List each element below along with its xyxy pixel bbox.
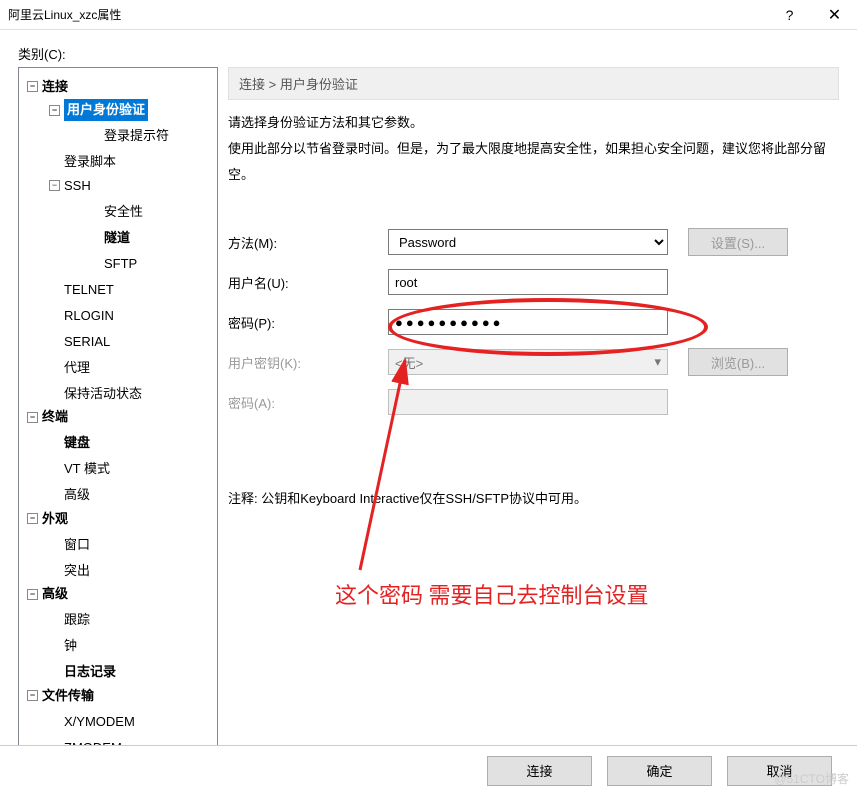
settings-panel: 连接 > 用户身份验证 请选择身份验证方法和其它参数。 使用此部分以节省登录时间… [228, 67, 839, 747]
tree-highlight[interactable]: 突出 [47, 560, 92, 582]
username-label: 用户名(U): [228, 273, 388, 292]
dialog-footer: 连接 确定 取消 [0, 745, 857, 795]
tree-connection[interactable]: −连接 [25, 76, 70, 98]
window-title: 阿里云Linux_xzc属性 [8, 6, 767, 23]
cancel-button[interactable]: 取消 [727, 756, 832, 786]
tree-log[interactable]: 日志记录 [47, 661, 118, 683]
category-tree[interactable]: −连接 −用户身份验证 登录提示符 登录脚本 −SSH 安全性 隧道 SFTP [18, 67, 218, 747]
description: 请选择身份验证方法和其它参数。 使用此部分以节省登录时间。但是，为了最大限度地提… [228, 110, 839, 188]
connect-button[interactable]: 连接 [487, 756, 592, 786]
method-select[interactable]: Password [388, 229, 668, 255]
ok-button[interactable]: 确定 [607, 756, 712, 786]
tree-vtmode[interactable]: VT 模式 [47, 458, 112, 480]
tree-filetransfer[interactable]: −文件传输 [25, 685, 96, 707]
settings-button[interactable]: 设置(S)... [688, 228, 788, 256]
chevron-down-icon: ▾ [654, 354, 661, 370]
close-button[interactable]: ✕ [812, 0, 857, 30]
tree-advanced[interactable]: −高级 [25, 583, 70, 605]
help-button[interactable]: ? [767, 0, 812, 30]
tree-window[interactable]: 窗口 [47, 534, 92, 556]
tree-script[interactable]: 登录脚本 [47, 151, 118, 173]
breadcrumb: 连接 > 用户身份验证 [228, 67, 839, 100]
tree-serial[interactable]: SERIAL [47, 331, 112, 353]
tree-appearance[interactable]: −外观 [25, 508, 70, 530]
tree-prompt[interactable]: 登录提示符 [87, 125, 171, 147]
collapse-icon[interactable]: − [49, 105, 60, 116]
collapse-icon[interactable]: − [27, 690, 38, 701]
tree-telnet[interactable]: TELNET [47, 279, 116, 301]
tree-trace[interactable]: 跟踪 [47, 609, 92, 631]
tree-keepalive[interactable]: 保持活动状态 [47, 383, 144, 405]
tree-security[interactable]: 安全性 [87, 201, 145, 223]
tree-adv-term[interactable]: 高级 [47, 484, 92, 506]
tree-ssh[interactable]: −SSH [47, 175, 93, 197]
collapse-icon[interactable]: − [27, 81, 38, 92]
userkey-label: 用户密钥(K): [228, 353, 388, 372]
tree-xymodem[interactable]: X/YMODEM [47, 711, 137, 733]
browse-button[interactable]: 浏览(B)... [688, 348, 788, 376]
keypassword-input [388, 389, 668, 415]
tree-keyboard[interactable]: 键盘 [47, 432, 92, 454]
password-input[interactable] [388, 309, 668, 335]
tree-proxy[interactable]: 代理 [47, 357, 92, 379]
tree-sftp[interactable]: SFTP [87, 253, 139, 275]
tree-auth[interactable]: −用户身份验证 [47, 99, 150, 121]
collapse-icon[interactable]: − [49, 180, 60, 191]
titlebar: 阿里云Linux_xzc属性 ? ✕ [0, 0, 857, 30]
method-label: 方法(M): [228, 233, 388, 252]
tree-rlogin[interactable]: RLOGIN [47, 305, 116, 327]
tree-tunnel[interactable]: 隧道 [87, 227, 132, 249]
collapse-icon[interactable]: − [27, 589, 38, 600]
userkey-select: <无>▾ [388, 349, 668, 375]
note-text: 注释: 公钥和Keyboard Interactive仅在SSH/SFTP协议中… [228, 488, 839, 507]
collapse-icon[interactable]: − [27, 412, 38, 423]
tree-bell[interactable]: 钟 [47, 635, 79, 657]
tree-terminal[interactable]: −终端 [25, 406, 70, 428]
password-label: 密码(P): [228, 313, 388, 332]
category-label: 类别(C): [18, 44, 839, 63]
collapse-icon[interactable]: − [27, 513, 38, 524]
username-input[interactable] [388, 269, 668, 295]
keypassword-label: 密码(A): [228, 393, 388, 412]
